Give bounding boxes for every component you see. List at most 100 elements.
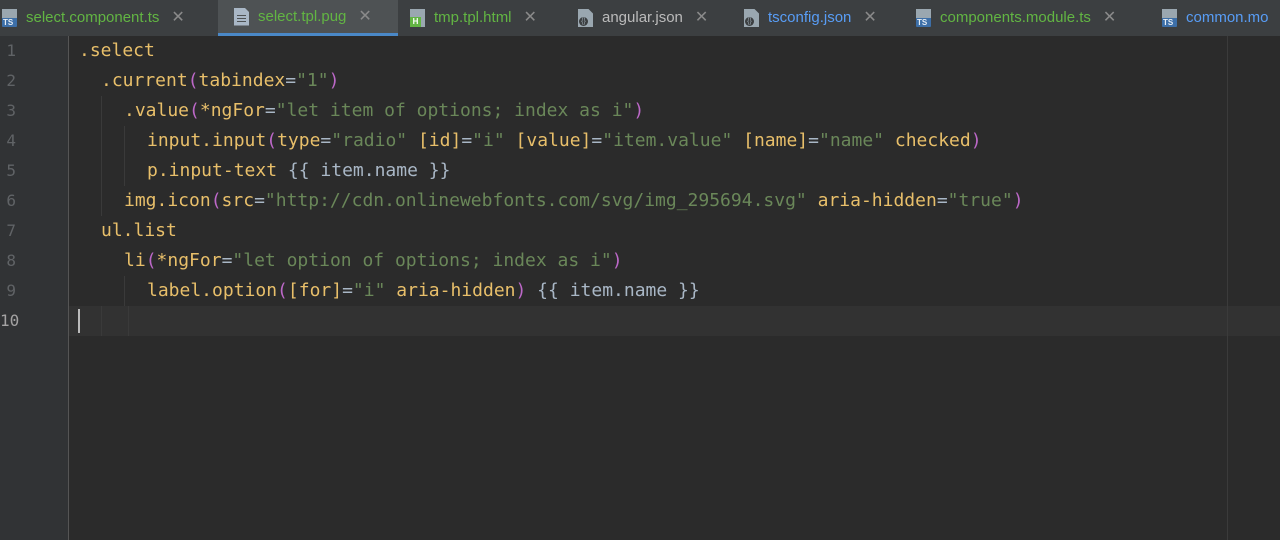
code-token-par: ( <box>277 280 288 301</box>
code-token-str: "let item of options; index as i" <box>275 100 634 121</box>
code-token-sel: li <box>124 250 146 271</box>
code-line[interactable]: img.icon(src="http://cdn.onlinewebfonts.… <box>124 186 1024 216</box>
code-token-sel: label.option <box>147 280 278 301</box>
line-number: 1 <box>6 41 16 60</box>
line-number: 8 <box>6 251 16 270</box>
code-line[interactable]: .value(*ngFor="let item of options; inde… <box>124 96 644 126</box>
code-token-plain: = <box>285 70 297 91</box>
line-number: 9 <box>6 281 16 300</box>
code-token-attr: [for] <box>287 280 343 301</box>
code-token-attr: aria-hidden <box>817 190 937 211</box>
code-token-str: "radio" <box>331 130 408 151</box>
close-icon[interactable]: ✕ <box>863 0 876 36</box>
code-token-attr: tabindex <box>198 70 286 91</box>
code-token-sel: .value <box>124 100 190 121</box>
tab-tsconfig-json[interactable]: {} tsconfig.json ✕ <box>740 0 910 36</box>
code-token-attr: *ngFor <box>199 100 265 121</box>
editor-tab-bar: TS select.component.ts ✕ select.tpl.pug … <box>0 0 1280 37</box>
code-token-attr: src <box>221 190 255 211</box>
close-icon[interactable]: ✕ <box>695 0 708 36</box>
code-token-str: "item.value" <box>602 130 733 151</box>
code-token-sel: .current <box>101 70 188 91</box>
code-token-par: ) <box>633 100 645 121</box>
indent-guide <box>101 306 102 336</box>
tab-tmp-tpl-html[interactable]: H tmp.tpl.html ✕ <box>398 0 572 36</box>
code-token-par: ) <box>515 280 527 301</box>
code-token-par: ( <box>189 100 200 121</box>
code-token-plain: = <box>808 130 819 151</box>
code-token-str: "1" <box>296 70 329 91</box>
code-token-sel: input.input <box>147 130 267 151</box>
tab-components-module-ts[interactable]: TS components.module.ts ✕ <box>910 0 1158 36</box>
tab-label: select.tpl.pug <box>258 7 347 25</box>
current-line-highlight <box>69 306 1280 336</box>
code-token-plain: = <box>936 190 948 211</box>
code-token-par: ) <box>1012 190 1024 211</box>
code-line[interactable]: label.option([for]="i" aria-hidden) {{ i… <box>147 276 700 306</box>
code-token-plain: = <box>221 250 233 271</box>
code-token-attr: type <box>277 130 321 151</box>
line-number: 3 <box>6 101 16 120</box>
code-token-attr: [name] <box>743 130 809 151</box>
code-token-plain: {{ item.name }} <box>277 160 451 181</box>
tab-label: components.module.ts <box>940 9 1091 26</box>
code-line[interactable]: .current(tabindex="1") <box>101 66 339 96</box>
right-margin-guide <box>1227 36 1228 540</box>
typescript-file-icon: TS <box>2 9 17 27</box>
code-token-sel: img.icon <box>124 190 211 211</box>
code-token-plain: {{ item.name }} <box>526 280 700 301</box>
typescript-file-icon: TS <box>916 9 931 27</box>
code-token-plain: = <box>461 130 473 151</box>
code-token-str: "i" <box>472 130 505 151</box>
code-token-plain: = <box>342 280 353 301</box>
code-token-par: ( <box>187 70 199 91</box>
tab-label: tsconfig.json <box>768 9 852 26</box>
tab-common-module-ts[interactable]: TS common.mo <box>1158 0 1280 36</box>
line-number: 6 <box>6 191 16 210</box>
line-number: 5 <box>6 161 16 180</box>
code-token-par: ( <box>210 190 222 211</box>
tab-select-component-ts[interactable]: TS select.component.ts ✕ <box>0 0 218 36</box>
code-token-par: ( <box>266 130 278 151</box>
line-number: 2 <box>6 71 16 90</box>
close-icon[interactable]: ✕ <box>1103 0 1116 36</box>
pug-file-icon <box>234 7 249 26</box>
code-token-attr: [id] <box>417 130 462 151</box>
tab-label: common.mo <box>1186 9 1269 26</box>
code-line[interactable]: .select <box>79 36 155 66</box>
tab-select-tpl-pug[interactable]: select.tpl.pug ✕ <box>218 0 398 36</box>
code-token-par: ) <box>611 250 623 271</box>
code-token-sel: .select <box>79 40 155 61</box>
code-token-sel: p.input-text <box>147 160 278 181</box>
code-line[interactable]: input.input(type="radio" [id]="i" [value… <box>147 126 982 156</box>
indent-guide <box>128 306 129 336</box>
code-token-par: ) <box>970 130 982 151</box>
code-line[interactable]: ul.list <box>101 216 177 246</box>
html-file-icon: H <box>410 9 425 27</box>
code-token-str: "name" <box>819 130 885 151</box>
line-number: 4 <box>6 131 16 150</box>
code-token-attr: *ngFor <box>156 250 222 271</box>
code-token-sel: ul.list <box>101 220 177 241</box>
indent-guide <box>124 276 125 306</box>
code-token-plain: = <box>254 190 265 211</box>
code-token-attr: checked <box>894 130 971 151</box>
code-line[interactable]: p.input-text {{ item.name }} <box>147 156 450 186</box>
code-token-plain: = <box>264 100 276 121</box>
code-token-str: "http://cdn.onlinewebfonts.com/svg/img_2… <box>264 190 807 211</box>
close-icon[interactable]: ✕ <box>171 0 184 36</box>
code-token-plain: = <box>320 130 332 151</box>
tab-angular-json[interactable]: {} angular.json ✕ <box>572 0 740 36</box>
close-icon[interactable]: ✕ <box>524 0 537 36</box>
code-line[interactable]: li(*ngFor="let option of options; index … <box>124 246 623 276</box>
json-file-icon: {} <box>744 9 759 27</box>
tab-label: tmp.tpl.html <box>434 9 512 26</box>
code-token-par: ( <box>145 250 157 271</box>
close-icon[interactable]: ✕ <box>358 0 371 35</box>
